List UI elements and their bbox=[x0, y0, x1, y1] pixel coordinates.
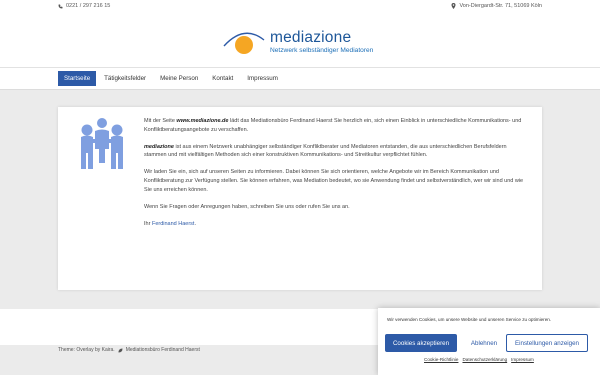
imprint-link[interactable]: Impressum bbox=[511, 357, 534, 362]
ferdinand-haerst-link[interactable]: Ferdinand Haerst bbox=[152, 221, 195, 227]
mediation-people-icon bbox=[81, 118, 123, 169]
site-header: mediazione Netzwerk selbständiger Mediat… bbox=[0, 12, 600, 68]
site-logo[interactable]: mediazione Netzwerk selbständiger Mediat… bbox=[218, 26, 388, 64]
cookie-message: Wir verwenden Cookies, um unsere Website… bbox=[387, 317, 552, 322]
nav-item-startseite[interactable]: Startseite bbox=[58, 71, 97, 86]
brand-name: mediazione bbox=[144, 143, 174, 150]
logo-subtitle: Netzwerk selbständiger Mediatoren bbox=[270, 47, 374, 54]
main-nav: Startseite Tätigkeitsfelder Meine Person… bbox=[0, 68, 600, 90]
site-name: www.mediazione.de bbox=[176, 118, 229, 124]
phone-info[interactable]: 0221 / 297 216 15 bbox=[58, 3, 110, 9]
signature: Ihr Ferdinand Haerst. bbox=[144, 220, 196, 227]
nav-item-impressum[interactable]: Impressum bbox=[241, 71, 284, 86]
logo-title: mediazione bbox=[270, 29, 352, 46]
privacy-policy-link[interactable]: Datenschutzerklärung bbox=[462, 357, 507, 362]
content-card: Mit der Seite www.mediazione.de lädt das… bbox=[58, 107, 542, 290]
nav-item-meine-person[interactable]: Meine Person bbox=[154, 71, 204, 86]
nav-item-kontakt[interactable]: Kontakt bbox=[206, 71, 239, 86]
accept-cookies-button[interactable]: Cookies akzeptieren bbox=[385, 334, 457, 352]
paragraph-2: mediazione ist aus einem Netzwerk unabhä… bbox=[144, 143, 507, 159]
address-info: Von-Diergardt-Str. 71, 51069 Köln bbox=[451, 3, 542, 9]
paragraph-4: Wenn Sie Fragen oder Anregungen haben, s… bbox=[144, 203, 350, 210]
map-pin-icon bbox=[451, 3, 456, 9]
cookie-links: Cookie-Richtlinie Datenschutzerklärung I… bbox=[424, 357, 534, 362]
theme-credit[interactable]: Theme: Overlay by Kaira. bbox=[58, 347, 115, 353]
cookie-settings-button[interactable]: Einstellungen anzeigen bbox=[506, 334, 588, 352]
phone-icon bbox=[58, 4, 63, 8]
paragraph-1: Mit der Seite www.mediazione.de lädt das… bbox=[144, 118, 522, 133]
top-bar: 0221 / 297 216 15 Von-Diergardt-Str. 71,… bbox=[0, 0, 600, 12]
address-text: Von-Diergardt-Str. 71, 51069 Köln bbox=[459, 3, 542, 9]
intro-text: Mit der Seite www.mediazione.de lädt das… bbox=[144, 117, 528, 237]
nav-item-taetigkeitsfelder[interactable]: Tätigkeitsfelder bbox=[98, 71, 152, 86]
paragraph-3: Wir laden Sie ein, sich auf unseren Seit… bbox=[144, 169, 524, 193]
cookie-banner: Wir verwenden Cookies, um unsere Website… bbox=[378, 308, 600, 375]
cookie-policy-link[interactable]: Cookie-Richtlinie bbox=[424, 357, 458, 362]
logo-mark bbox=[223, 32, 265, 54]
deny-cookies-button[interactable]: Ablehnen bbox=[463, 334, 505, 352]
footer-credits: Theme: Overlay by Kaira. Mediationsbüro … bbox=[58, 347, 200, 353]
phone-number: 0221 / 297 216 15 bbox=[66, 3, 111, 9]
leaf-icon bbox=[118, 348, 123, 352]
owner-credit: Mediationsbüro Ferdinand Haerst bbox=[125, 347, 200, 353]
